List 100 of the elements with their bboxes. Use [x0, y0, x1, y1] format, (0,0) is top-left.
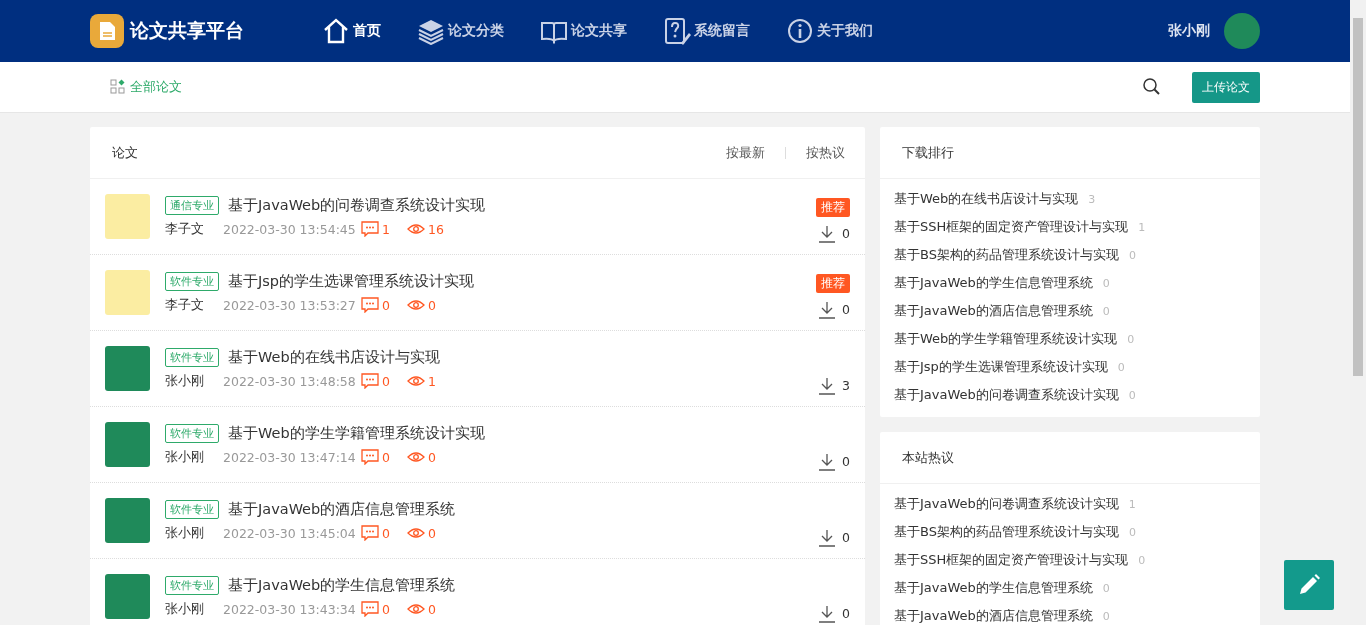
download-count: 0: [842, 454, 850, 469]
view-count: 0: [428, 449, 436, 465]
ranking-link[interactable]: 基于JavaWeb的酒店信息管理系统: [894, 607, 1093, 625]
timestamp: 2022-03-30 13:54:45: [223, 221, 357, 237]
ranking-count: 1: [1128, 497, 1136, 511]
nav-tab[interactable]: 首页: [322, 17, 381, 45]
ranking-count: 0: [1138, 553, 1146, 567]
timestamp: 2022-03-30 13:47:14: [223, 449, 357, 465]
paper-title[interactable]: 基于JavaWeb的学生信息管理系统: [228, 575, 456, 595]
question-icon: [663, 17, 691, 45]
comment-count: 0: [382, 297, 390, 313]
comment-icon: [361, 449, 379, 465]
ranking-link[interactable]: 基于JavaWeb的问卷调查系统设计实现: [894, 386, 1119, 404]
comment-count: 0: [382, 525, 390, 541]
nav-tab[interactable]: 系统留言: [663, 17, 750, 45]
recommend-badge: 推荐: [816, 197, 850, 217]
paper-title[interactable]: 基于JavaWeb的问卷调查系统设计实现: [228, 195, 486, 215]
nav-tab[interactable]: 论文分类: [417, 17, 504, 45]
avatar-placeholder: [105, 422, 150, 467]
comment-icon: [361, 297, 379, 313]
download-icon[interactable]: [818, 300, 837, 319]
comment-icon: [361, 525, 379, 541]
comment-count: 0: [382, 373, 390, 389]
timestamp: 2022-03-30 13:53:27: [223, 297, 357, 313]
category-tag: 软件专业: [165, 347, 219, 367]
ranking-link[interactable]: 基于JavaWeb的问卷调查系统设计实现: [894, 495, 1119, 513]
ranking-link[interactable]: 基于JavaWeb的学生信息管理系统: [894, 274, 1093, 292]
sort-tab[interactable]: 按最新: [726, 143, 765, 162]
upload-button[interactable]: 上传论文: [1192, 71, 1260, 103]
eye-icon: [407, 297, 425, 313]
author-name: 张小刚: [165, 524, 205, 542]
comment-icon: [361, 601, 379, 617]
view-count: 0: [428, 601, 436, 617]
download-icon[interactable]: [818, 224, 837, 243]
ranking-link[interactable]: 基于Web的学生学籍管理系统设计实现: [894, 330, 1118, 348]
nav-tab[interactable]: 关于我们: [786, 17, 873, 45]
ranking-count: 0: [1102, 581, 1110, 595]
ranking-link[interactable]: 基于JavaWeb的酒店信息管理系统: [894, 302, 1093, 320]
panel-title: 论文: [112, 143, 138, 162]
site-title: 论文共享平台: [130, 18, 244, 43]
ranking-count: 3: [1088, 192, 1096, 206]
avatar-placeholder: [105, 346, 150, 391]
ranking-link[interactable]: 基于SSH框架的固定资产管理设计与实现: [894, 218, 1129, 236]
download-icon[interactable]: [818, 604, 837, 623]
ranking-count: 0: [1128, 248, 1136, 262]
ranking-link[interactable]: 基于JavaWeb的学生信息管理系统: [894, 579, 1093, 597]
search-icon[interactable]: [1142, 77, 1162, 97]
view-count: 0: [428, 297, 436, 313]
ranking-link[interactable]: 基于Web的在线书店设计与实现: [894, 190, 1079, 208]
download-icon[interactable]: [818, 452, 837, 471]
comment-icon: [361, 373, 379, 389]
download-icon[interactable]: [818, 376, 837, 395]
document-logo-icon: [90, 14, 124, 48]
ranking-count: 0: [1117, 360, 1125, 374]
user-name[interactable]: 张小刚: [1168, 22, 1210, 40]
edit-button[interactable]: [1284, 560, 1334, 610]
category-tag: 软件专业: [165, 499, 219, 519]
house-icon: [322, 17, 350, 45]
ranking-link[interactable]: 基于BS架构的药品管理系统设计与实现: [894, 523, 1119, 541]
recommend-badge: 推荐: [816, 273, 850, 293]
view-count: 0: [428, 525, 436, 541]
avatar-placeholder: [105, 270, 150, 315]
comment-count: 0: [382, 601, 390, 617]
comment-count: 1: [382, 221, 390, 237]
paper-title[interactable]: 基于Jsp的学生选课管理系统设计实现: [228, 271, 475, 291]
eye-icon: [407, 373, 425, 389]
download-icon[interactable]: [818, 528, 837, 547]
download-count: 0: [842, 606, 850, 621]
timestamp: 2022-03-30 13:43:34: [223, 601, 357, 617]
sort-tab[interactable]: 按热议: [806, 143, 845, 162]
paper-title[interactable]: 基于Web的学生学籍管理系统设计实现: [228, 423, 485, 443]
avatar-placeholder: [105, 194, 150, 239]
download-count: 3: [842, 378, 850, 393]
ranking-count: 0: [1127, 332, 1135, 346]
ranking-link[interactable]: 基于Jsp的学生选课管理系统设计实现: [894, 358, 1108, 376]
timestamp: 2022-03-30 13:45:04: [223, 525, 357, 541]
view-count: 16: [428, 221, 444, 237]
ranking-count: 0: [1102, 276, 1110, 290]
comment-icon: [361, 221, 379, 237]
grid-icon: [110, 79, 126, 95]
timestamp: 2022-03-30 13:48:58: [223, 373, 357, 389]
category-tag: 软件专业: [165, 423, 219, 443]
ranking-count: 0: [1128, 525, 1136, 539]
comment-count: 0: [382, 449, 390, 465]
eye-icon: [407, 601, 425, 617]
category-tag: 软件专业: [165, 271, 219, 291]
download-count: 0: [842, 226, 850, 241]
paper-title[interactable]: 基于JavaWeb的酒店信息管理系统: [228, 499, 456, 519]
paper-title[interactable]: 基于Web的在线书店设计与实现: [228, 347, 440, 367]
nav-tab[interactable]: 论文共享: [540, 17, 627, 45]
ranking-link[interactable]: 基于SSH框架的固定资产管理设计与实现: [894, 551, 1129, 569]
eye-icon: [407, 221, 425, 237]
avatar-placeholder[interactable]: [1224, 13, 1260, 49]
ranking-count: 0: [1102, 609, 1110, 623]
pencil-icon: [1297, 573, 1321, 597]
category-tag: 通信专业: [165, 195, 219, 215]
ranking-count: 0: [1102, 304, 1110, 318]
ranking-link[interactable]: 基于BS架构的药品管理系统设计与实现: [894, 246, 1119, 264]
eye-icon: [407, 449, 425, 465]
author-name: 李子文: [165, 296, 205, 314]
